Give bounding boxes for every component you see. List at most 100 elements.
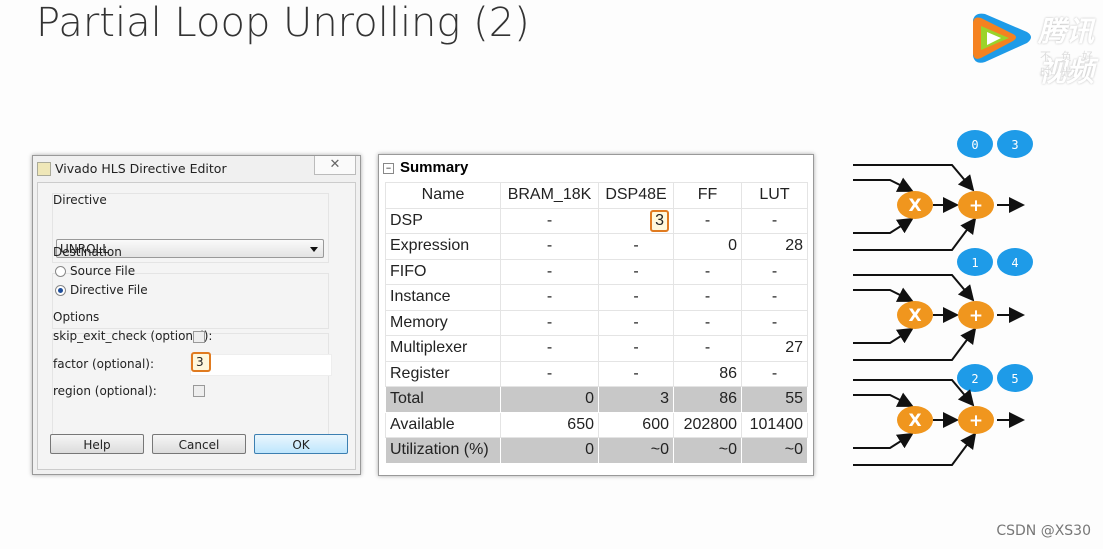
table-cell: - <box>500 360 599 387</box>
factor-input[interactable] <box>190 354 332 376</box>
table-cell: 3 <box>598 207 674 234</box>
table-cell: - <box>598 258 674 285</box>
table-cell: 650 <box>500 411 599 438</box>
cancel-button[interactable]: Cancel <box>152 434 246 454</box>
directive-editor-dialog: Vivado HLS Directive Editor ✕ Directive … <box>32 155 361 475</box>
table-row: FIFO - - - - <box>385 258 808 285</box>
table-row: DSP -3- - <box>385 207 808 234</box>
table-row: Total 0 3 86 55 <box>385 386 808 413</box>
skip-exit-check-checkbox[interactable] <box>193 331 205 343</box>
index-label: 5 <box>1011 372 1018 386</box>
table-cell: - <box>598 335 674 362</box>
table-cell: - <box>500 335 599 362</box>
region-checkbox[interactable] <box>193 385 205 397</box>
table-cell: - <box>741 207 808 234</box>
input-wire <box>853 177 914 192</box>
factor-value-highlight[interactable]: 3 <box>191 352 211 372</box>
table-cell: 86 <box>673 386 742 413</box>
directive-label: Directive <box>53 193 107 207</box>
summary-panel: − Summary Name BRAM_18K DSP48E FF LUT DSP -3- - E… <box>378 154 814 476</box>
table-cell: - <box>673 309 742 336</box>
input-wire <box>853 287 914 302</box>
destination-label: Destination <box>53 245 122 259</box>
help-button[interactable]: Help <box>50 434 144 454</box>
ok-button[interactable]: OK <box>254 434 348 454</box>
column-header: BRAM_18K <box>500 182 599 209</box>
table-cell: - <box>598 284 674 311</box>
table-row: Multiplexer - - -27 <box>385 335 808 362</box>
table-row: Memory - - - - <box>385 309 808 336</box>
column-header: FF <box>673 182 742 209</box>
table-cell: - <box>673 207 742 234</box>
column-header: LUT <box>741 182 808 209</box>
input-wire <box>853 379 975 407</box>
table-cell: - <box>598 233 674 260</box>
table-cell: 0 <box>500 386 599 413</box>
table-cell: - <box>673 258 742 285</box>
row-name: DSP <box>385 207 501 234</box>
table-cell: - <box>500 284 599 311</box>
row-name: Utilization (%) <box>385 437 501 464</box>
table-cell: - <box>673 335 742 362</box>
input-wire <box>853 432 977 466</box>
table-cell: - <box>598 360 674 387</box>
index-label: 3 <box>1011 138 1018 152</box>
input-wire <box>853 327 977 361</box>
input-wire <box>853 432 914 449</box>
adder-label: + <box>969 196 983 216</box>
dialog-titlebar: Vivado HLS Directive Editor ✕ <box>33 156 360 182</box>
table-cell: - <box>500 207 599 234</box>
multiplier-label: X <box>908 306 921 326</box>
directive-file-label: Directive File <box>70 283 148 297</box>
table-cell: 202800 <box>673 411 742 438</box>
index-label: 0 <box>971 138 978 152</box>
table-row: Utilization (%) 0 ~0 ~0 ~0 <box>385 437 808 464</box>
table-cell: - <box>500 258 599 285</box>
table-row: Available 650 600 202800 101400 <box>385 411 808 438</box>
input-wire <box>853 392 914 407</box>
table-cell: - <box>741 258 808 285</box>
region-label: region (optional): <box>53 384 157 398</box>
table-cell: - <box>741 309 808 336</box>
watermark: CSDN @XS30 <box>996 523 1091 539</box>
table-row: Instance - - - - <box>385 284 808 311</box>
source-file-radio[interactable] <box>55 266 66 277</box>
table-cell: - <box>500 309 599 336</box>
index-label: 4 <box>1011 256 1018 270</box>
collapse-icon[interactable]: − <box>383 163 394 174</box>
table-cell: ~0 <box>598 437 674 464</box>
summary-table: Name BRAM_18K DSP48E FF LUT DSP -3- - Expression… <box>385 182 808 464</box>
row-name: Instance <box>385 284 501 311</box>
table-row: Register - -86- <box>385 360 808 387</box>
slide-title: Partial Loop Unrolling (2) <box>36 0 530 46</box>
table-header-row: Name BRAM_18K DSP48E FF LUT <box>385 182 808 209</box>
close-button[interactable]: ✕ <box>314 156 356 175</box>
row-name: Register <box>385 360 501 387</box>
unrolled-datapath-diagram: 0 3 X +1 4 X +2 5 X + <box>853 130 1033 466</box>
table-cell: - <box>673 284 742 311</box>
row-name: Multiplexer <box>385 335 501 362</box>
dsp-value-highlight: 3 <box>650 209 669 232</box>
index-label: 1 <box>971 256 978 270</box>
skip-exit-check-label: skip_exit_check (optional): <box>53 329 213 343</box>
adder-label: + <box>969 411 983 431</box>
table-cell: 0 <box>673 233 742 260</box>
table-cell: 55 <box>741 386 808 413</box>
table-cell: - <box>741 284 808 311</box>
table-row: Expression - -0 28 <box>385 233 808 260</box>
table-cell: - <box>500 233 599 260</box>
row-name: Expression <box>385 233 501 260</box>
adder-label: + <box>969 306 983 326</box>
dialog-title: Vivado HLS Directive Editor <box>55 161 227 176</box>
table-cell: - <box>598 309 674 336</box>
input-wire <box>853 274 975 302</box>
multiplier-label: X <box>908 411 921 431</box>
column-header: Name <box>385 182 501 209</box>
table-cell: 101400 <box>741 411 808 438</box>
table-cell: 27 <box>741 335 808 362</box>
input-wire <box>853 217 914 234</box>
index-label: 2 <box>971 372 978 386</box>
table-cell: 86 <box>673 360 742 387</box>
directive-file-radio[interactable] <box>55 285 66 296</box>
input-wire <box>853 217 977 251</box>
